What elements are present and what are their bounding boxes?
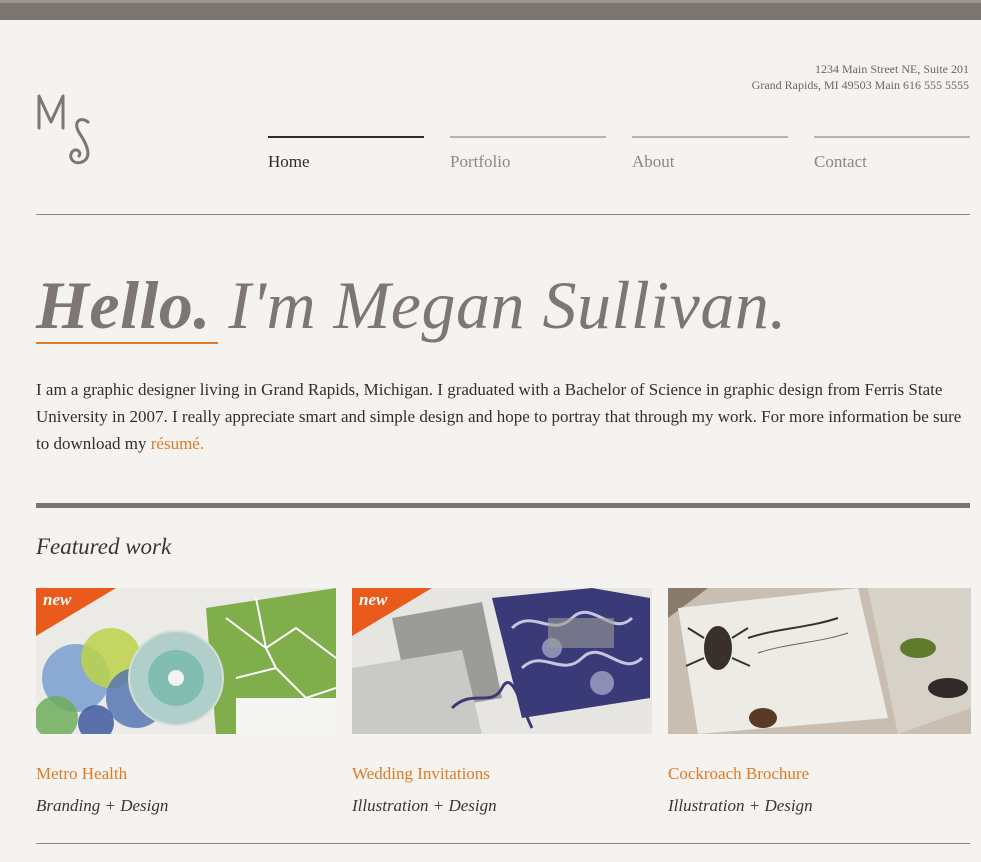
featured-card-metro-health: new Metro Health Branding + Design	[36, 588, 336, 815]
new-badge-label: new	[359, 590, 388, 609]
nav-portfolio[interactable]: Portfolio	[450, 136, 606, 176]
contact-address: 1234 Main Street NE, Suite 201 Grand Rap…	[752, 61, 969, 93]
featured-heading: Featured work	[36, 534, 172, 559]
wedding-invitations-subtitle: Illustration + Design	[352, 796, 497, 815]
new-badge-label: new	[43, 590, 72, 609]
address-line-2: Grand Rapids, MI 49503 Main 616 555 5555	[751, 78, 969, 92]
cockroach-brochure-image	[668, 588, 971, 734]
metro-health-thumbnail[interactable]: new	[36, 588, 336, 734]
top-bar	[0, 0, 981, 20]
cockroach-brochure-title[interactable]: Cockroach Brochure	[668, 764, 809, 784]
nav-about[interactable]: About	[632, 136, 788, 176]
intro-paragraph: I am a graphic designer living in Grand …	[36, 376, 970, 457]
nav-contact[interactable]: Contact	[814, 136, 970, 176]
hero-name: I'm Megan Sullivan.	[210, 267, 787, 343]
hero-heading: Hello. I'm Megan Sullivan.	[36, 260, 970, 350]
section-divider	[36, 503, 970, 508]
hero-underline	[36, 342, 218, 344]
address-line-1: 1234 Main Street NE, Suite 201	[815, 62, 969, 76]
metro-health-subtitle: Branding + Design	[36, 796, 169, 815]
resume-link[interactable]: résumé.	[151, 434, 204, 453]
header-divider	[36, 214, 970, 215]
cockroach-brochure-subtitle: Illustration + Design	[668, 796, 813, 815]
cockroach-brochure-thumbnail[interactable]	[668, 588, 971, 734]
metro-health-title[interactable]: Metro Health	[36, 764, 127, 784]
featured-card-wedding-invitations: new Wedding Invitations Illustration + D…	[352, 588, 652, 815]
main-nav: Home Portfolio About Contact	[268, 136, 970, 176]
footer-divider	[36, 843, 970, 844]
nav-home[interactable]: Home	[268, 136, 424, 176]
wedding-invitations-title[interactable]: Wedding Invitations	[352, 764, 490, 784]
hero-greeting: Hello.	[36, 267, 211, 343]
ms-logo[interactable]: MS	[36, 92, 106, 168]
logo-initials: MS	[36, 92, 38, 93]
featured-card-cockroach-brochure: Cockroach Brochure Illustration + Design	[668, 588, 971, 815]
wedding-invitations-thumbnail[interactable]: new	[352, 588, 652, 734]
